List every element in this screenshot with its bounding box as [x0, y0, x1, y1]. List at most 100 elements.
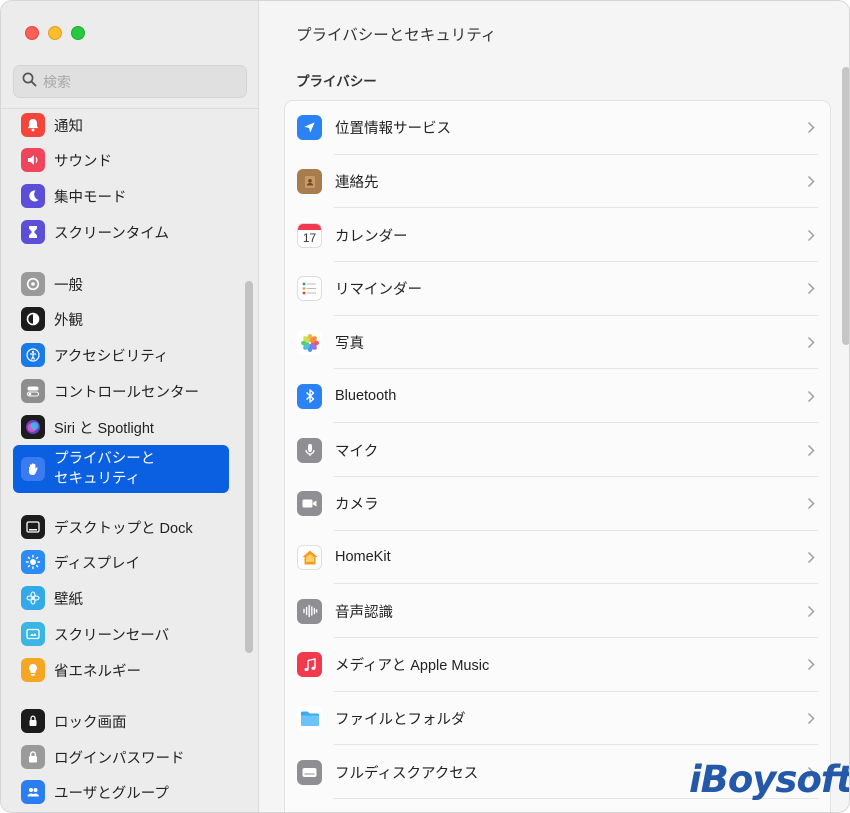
- toggles-icon: [21, 379, 45, 403]
- sidebar-item-appearance[interactable]: 外観: [13, 303, 229, 335]
- sidebar-item-accessibility[interactable]: アクセシビリティ: [13, 339, 229, 371]
- sidebar-item-sound[interactable]: サウンド: [13, 144, 229, 176]
- row-label: ファイルとフォルダ: [335, 712, 466, 729]
- sidebar-item-notifications[interactable]: 通知: [13, 109, 229, 141]
- chevron-right-icon: [802, 390, 820, 403]
- privacy-row-location-services[interactable]: 位置情報サービス: [285, 101, 832, 155]
- privacy-row-reminders[interactable]: リマインダー: [285, 262, 832, 316]
- photos-icon: [297, 330, 322, 356]
- privacy-row-media-apple-music[interactable]: メディアと Apple Music: [285, 638, 832, 692]
- privacy-row-files-folders[interactable]: ファイルとフォルダ: [285, 692, 832, 746]
- chevron-right-icon: [802, 605, 820, 618]
- iboysoft-watermark: iBoysoft: [689, 758, 850, 801]
- section-heading: プライバシー: [296, 74, 377, 89]
- sidebar-item-label: アクセシビリティ: [54, 348, 169, 365]
- sidebar-item-lock-screen[interactable]: ロック画面: [13, 705, 229, 737]
- microphone-icon: [297, 437, 322, 463]
- flower-icon: [21, 586, 45, 610]
- bluetooth-icon: [297, 383, 322, 409]
- sidebar-item-privacy-security[interactable]: プライバシーと セキュリティ: [13, 445, 229, 493]
- row-label: 写真: [335, 336, 364, 353]
- privacy-row-calendar[interactable]: 17 カレンダー: [285, 208, 832, 263]
- privacy-row-bluetooth[interactable]: Bluetooth: [285, 370, 832, 424]
- privacy-list: 位置情報サービス 連絡先 17 カレンダー リマインダー 写真 Bluetoot…: [284, 100, 832, 812]
- location-arrow-icon: [297, 115, 322, 141]
- sidebar-item-label: スクリーンタイム: [54, 225, 169, 242]
- dock-icon: [21, 515, 45, 539]
- row-label: 位置情報サービス: [335, 121, 451, 138]
- sidebar-item-label: ログインパスワード: [54, 750, 185, 767]
- row-label: リマインダー: [335, 282, 422, 299]
- lock-icon: [21, 745, 45, 769]
- sidebar-item-general[interactable]: 一般: [13, 268, 229, 300]
- search-input[interactable]: [43, 73, 246, 90]
- row-label: 連絡先: [335, 175, 379, 192]
- main-scrollbar[interactable]: [842, 67, 849, 345]
- sun-icon: [21, 550, 45, 574]
- privacy-row-microphone[interactable]: マイク: [285, 423, 832, 477]
- sidebar-item-label: コントロールセンター: [54, 384, 199, 401]
- sidebar-item-label: 一般: [54, 277, 83, 294]
- row-label: Bluetooth: [335, 388, 397, 405]
- siri-icon: [21, 415, 45, 439]
- sidebar-item-label: スクリーンセーバ: [54, 627, 170, 644]
- calendar-icon: 17: [297, 222, 322, 248]
- reminders-icon: [297, 276, 322, 302]
- zoom-window-button[interactable]: [71, 26, 85, 40]
- chevron-right-icon: [802, 712, 820, 725]
- row-label: メディアと Apple Music: [335, 658, 490, 675]
- sidebar-item-label: ディスプレイ: [54, 555, 140, 572]
- contacts-icon: [297, 169, 322, 195]
- page-title: プライバシーとセキュリティ: [296, 27, 497, 44]
- sidebar-item-energy-saver[interactable]: 省エネルギー: [13, 654, 229, 686]
- calendar-day: 17: [302, 231, 317, 246]
- main-pane: プライバシーとセキュリティ プライバシー 位置情報サービス 連絡先 17 カレン…: [260, 1, 849, 812]
- hand-icon: [21, 457, 45, 481]
- sidebar: 通知 サウンド 集中モード スクリーンタイム 一般: [1, 1, 259, 812]
- sidebar-scrollbar[interactable]: [245, 281, 253, 653]
- sidebar-item-label: プライバシーと セキュリティ: [54, 451, 156, 487]
- privacy-row-contacts[interactable]: 連絡先: [285, 155, 832, 209]
- chevron-right-icon: [802, 121, 820, 134]
- waveform-icon: [297, 598, 322, 624]
- row-label: 音声認識: [335, 604, 393, 621]
- bell-icon: [21, 113, 45, 137]
- users-icon: [21, 780, 45, 804]
- sidebar-item-focus[interactable]: 集中モード: [13, 180, 229, 212]
- row-label: マイク: [335, 443, 379, 460]
- appearance-icon: [21, 307, 45, 331]
- moon-icon: [21, 184, 45, 208]
- sidebar-item-wallpaper[interactable]: 壁紙: [13, 582, 229, 614]
- row-label: カレンダー: [335, 228, 408, 245]
- close-window-button[interactable]: [25, 26, 39, 40]
- sidebar-item-screen-time[interactable]: スクリーンタイム: [13, 216, 229, 248]
- sidebar-item-label: 外観: [54, 312, 83, 329]
- sidebar-item-desktop-dock[interactable]: デスクトップと Dock: [13, 511, 229, 543]
- privacy-row-camera[interactable]: カメラ: [285, 477, 832, 531]
- sidebar-item-control-center[interactable]: コントロールセンター: [13, 375, 229, 407]
- sidebar-item-siri-spotlight[interactable]: Siri と Spotlight: [13, 411, 229, 443]
- sidebar-item-screensaver[interactable]: スクリーンセーバ: [13, 618, 229, 650]
- privacy-row-photos[interactable]: 写真: [285, 316, 832, 370]
- chevron-right-icon: [802, 658, 820, 671]
- privacy-row-speech-recognition[interactable]: 音声認識: [285, 584, 832, 638]
- search-field[interactable]: [13, 65, 247, 98]
- chevron-right-icon: [802, 175, 820, 188]
- row-label: カメラ: [335, 497, 379, 514]
- disk-icon: [297, 759, 322, 785]
- bulb-icon: [21, 658, 45, 682]
- screensaver-icon: [21, 622, 45, 646]
- search-icon: [22, 72, 37, 92]
- speaker-icon: [21, 148, 45, 172]
- sidebar-item-users-groups[interactable]: ユーザとグループ: [13, 776, 229, 808]
- gear-icon: [21, 272, 45, 296]
- sidebar-item-displays[interactable]: ディスプレイ: [13, 546, 229, 578]
- sidebar-item-login-password[interactable]: ログインパスワード: [13, 741, 229, 773]
- chevron-right-icon: [802, 229, 820, 242]
- sidebar-item-label: サウンド: [54, 153, 112, 170]
- privacy-row-homekit[interactable]: HomeKit: [285, 531, 832, 585]
- hourglass-icon: [21, 220, 45, 244]
- minimize-window-button[interactable]: [48, 26, 62, 40]
- settings-window: 通知 サウンド 集中モード スクリーンタイム 一般: [0, 0, 850, 813]
- accessibility-icon: [21, 343, 45, 367]
